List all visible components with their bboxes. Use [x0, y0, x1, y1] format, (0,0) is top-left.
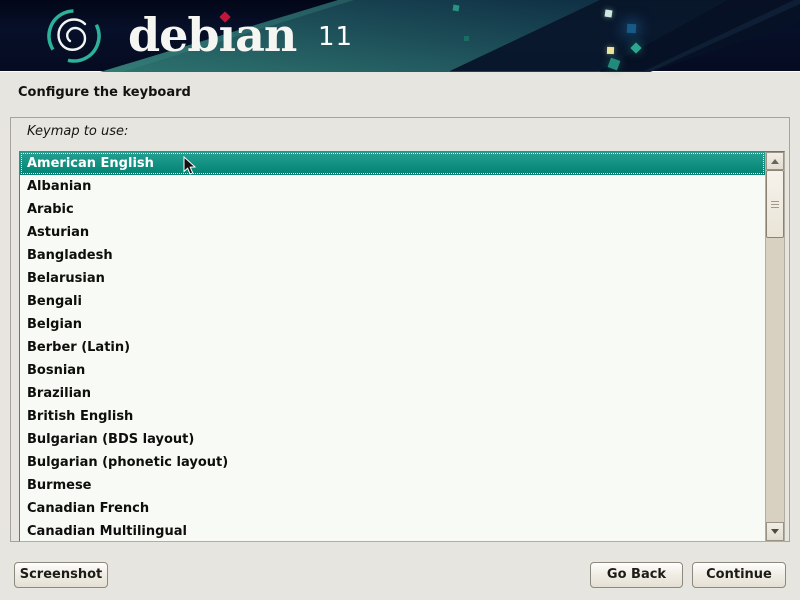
- list-item[interactable]: Bangladesh: [20, 244, 765, 267]
- list-item[interactable]: Canadian French: [20, 497, 765, 520]
- scroll-up-button[interactable]: [766, 152, 784, 170]
- decor-square: [605, 10, 613, 18]
- banner-artwork: [0, 0, 800, 72]
- list-item[interactable]: Belgian: [20, 313, 765, 336]
- decor-square: [453, 5, 460, 12]
- list-item[interactable]: Brazilian: [20, 382, 765, 405]
- list-item[interactable]: Burmese: [20, 474, 765, 497]
- list-item[interactable]: Albanian: [20, 175, 765, 198]
- mouse-cursor-icon: [183, 156, 197, 176]
- scrollbar[interactable]: [765, 152, 784, 541]
- debian-wordmark: debıan: [128, 10, 296, 62]
- list-item[interactable]: Bosnian: [20, 359, 765, 382]
- version-label: 11: [318, 22, 353, 52]
- decor-square: [627, 24, 636, 33]
- list-item[interactable]: Arabic: [20, 198, 765, 221]
- decor-square: [607, 47, 614, 54]
- scrollbar-thumb[interactable]: [766, 170, 784, 238]
- debian-logo-icon: [44, 6, 106, 66]
- list-item[interactable]: Asturian: [20, 221, 765, 244]
- list-item[interactable]: Berber (Latin): [20, 336, 765, 359]
- scrollbar-grip-icon: [771, 201, 779, 209]
- list-item[interactable]: American English: [20, 152, 765, 175]
- chevron-up-icon: [771, 159, 779, 164]
- keymap-list: American EnglishAlbanianArabicAsturianBa…: [20, 152, 765, 541]
- keymap-frame: Keymap to use: American EnglishAlbanianA…: [10, 117, 790, 542]
- list-item[interactable]: British English: [20, 405, 765, 428]
- scroll-down-button[interactable]: [766, 522, 784, 541]
- chevron-down-icon: [771, 529, 779, 534]
- keymap-frame-label: Keymap to use:: [27, 124, 128, 139]
- banner: debıan 11: [0, 0, 800, 72]
- installer-window: debıan 11 Configure the keyboard Keymap …: [0, 0, 800, 600]
- go-back-button[interactable]: Go Back: [590, 562, 683, 588]
- screenshot-button[interactable]: Screenshot: [14, 562, 108, 588]
- page-title: Configure the keyboard: [18, 85, 191, 100]
- decor-square: [464, 36, 469, 41]
- keymap-listbox[interactable]: American EnglishAlbanianArabicAsturianBa…: [19, 151, 785, 542]
- list-item[interactable]: Bengali: [20, 290, 765, 313]
- list-item[interactable]: Canadian Multilingual: [20, 520, 765, 541]
- list-item[interactable]: Belarusian: [20, 267, 765, 290]
- continue-button[interactable]: Continue: [692, 562, 786, 588]
- list-item[interactable]: Bulgarian (phonetic layout): [20, 451, 765, 474]
- list-item[interactable]: Bulgarian (BDS layout): [20, 428, 765, 451]
